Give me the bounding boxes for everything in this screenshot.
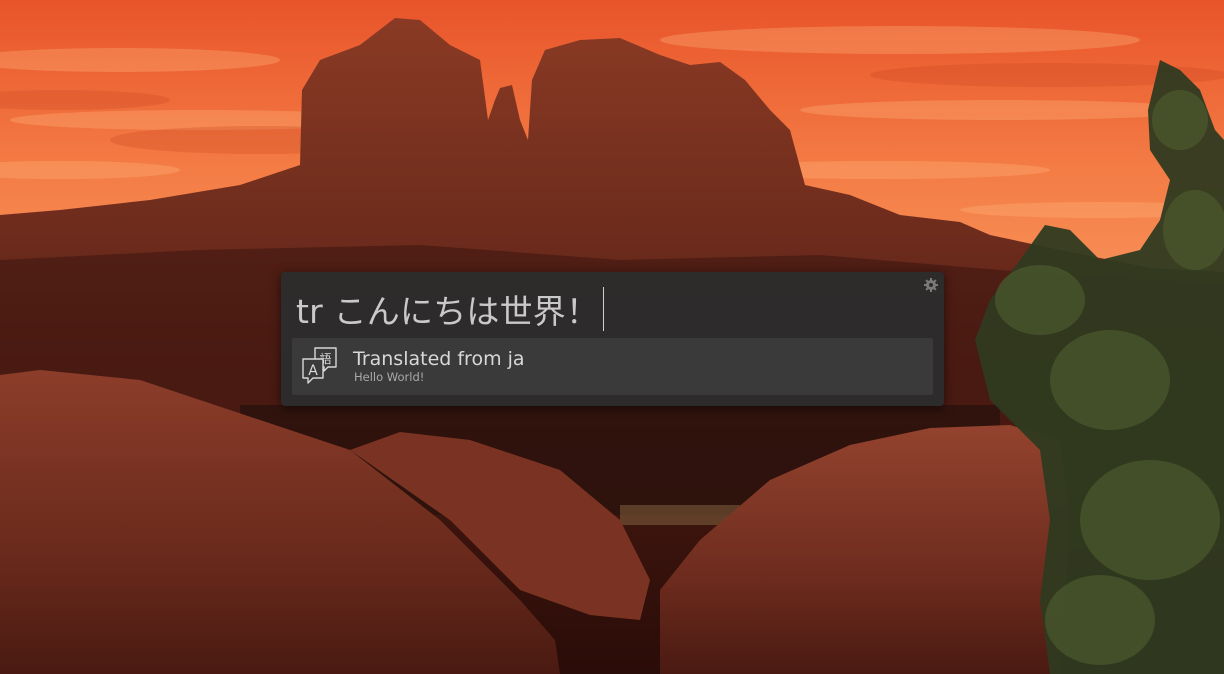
result-item-translation[interactable]: 語 A Translated from ja Hello World! — [292, 338, 933, 395]
search-input[interactable]: tr こんにちは世界！ — [296, 285, 605, 333]
result-description: Hello World! — [354, 370, 425, 384]
svg-text:A: A — [308, 363, 318, 379]
launcher-window: tr こんにちは世界！ 語 A Translated from ja Hello… — [281, 272, 944, 406]
query-text[interactable]: tr こんにちは世界！ — [296, 285, 599, 333]
translate-icon: 語 A — [301, 346, 339, 386]
result-title: Translated from ja — [353, 348, 525, 370]
text-caret — [603, 287, 605, 331]
gear-icon[interactable] — [923, 277, 939, 293]
